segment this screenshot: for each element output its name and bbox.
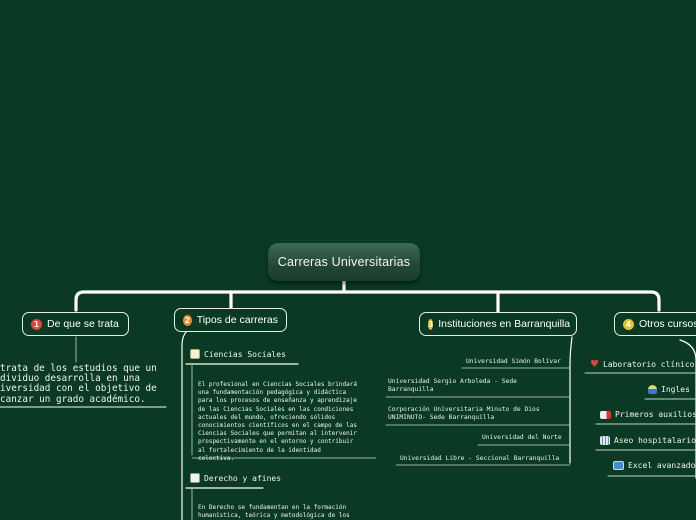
number-2-icon: 2 bbox=[183, 314, 192, 326]
computer-icon bbox=[613, 461, 624, 470]
course-item[interactable]: Ingles bbox=[648, 385, 690, 394]
hospital-icon bbox=[600, 436, 610, 445]
course-item[interactable]: Excel avanzado bbox=[613, 461, 695, 470]
topic-label: Otros cursos bbox=[639, 318, 696, 330]
number-4-icon: 4 bbox=[623, 318, 634, 330]
course-item[interactable]: Aseo hospitalario bbox=[600, 436, 696, 445]
person-icon bbox=[648, 385, 657, 394]
subtopic-label: Derecho y afines bbox=[204, 473, 282, 483]
topic-label: Tipos de carreras bbox=[196, 314, 278, 326]
topic-tipos-de-carreras[interactable]: 2 Tipos de carreras bbox=[174, 308, 287, 332]
subtopic1-description: El profesional en Ciencias Sociales brin… bbox=[198, 381, 357, 462]
topic-de-que-se-trata[interactable]: 1 De que se trata bbox=[22, 312, 129, 336]
topic1-description: trata de los estudios que un dividuo des… bbox=[0, 363, 157, 405]
topic-label: Instituciones en Barranquilla bbox=[438, 318, 571, 330]
topic-label: De que se trata bbox=[47, 318, 119, 330]
ambulance-icon bbox=[600, 410, 611, 419]
subtopic-ciencias-sociales[interactable]: Ciencias Sociales bbox=[190, 349, 286, 359]
institution-item[interactable]: Corporación Universitaria Minuto de Dios… bbox=[388, 406, 540, 421]
topic2-trunk bbox=[181, 330, 188, 520]
notepad-icon bbox=[190, 349, 200, 359]
course-label: Ingles bbox=[661, 385, 690, 394]
subtopic-label: Ciencias Sociales bbox=[204, 349, 286, 359]
root-connector bbox=[74, 279, 661, 312]
subtopic2-description: En Derecho se fundamentan en la formació… bbox=[198, 504, 350, 520]
topic-otros-cursos[interactable]: 4 Otros cursos bbox=[614, 312, 696, 336]
institution-item[interactable]: Universidad del Norte bbox=[482, 434, 562, 442]
institution-item[interactable]: Universidad Simón Bolívar bbox=[466, 358, 561, 366]
number-3-icon: 3 bbox=[428, 318, 434, 330]
topic-instituciones-en-barranquilla[interactable]: 3 Instituciones en Barranquilla bbox=[419, 312, 577, 336]
topic3-trunk bbox=[569, 336, 573, 464]
institution-item[interactable]: Universidad Libre - Seccional Barranquil… bbox=[400, 455, 559, 463]
chart-icon bbox=[190, 473, 200, 483]
course-label: Excel avanzado bbox=[628, 461, 696, 470]
course-item[interactable]: ♥ Laboratorio clínico bbox=[590, 359, 694, 370]
root-title: Carreras Universitarias bbox=[277, 255, 411, 269]
root-node[interactable]: Carreras Universitarias bbox=[268, 243, 420, 281]
subtopic-derecho-y-afines[interactable]: Derecho y afines bbox=[190, 473, 281, 483]
course-label: Aseo hospitalario bbox=[614, 436, 696, 445]
institution-item[interactable]: Universidad Sergio Arboleda - Sede Barra… bbox=[388, 378, 517, 393]
heart-icon: ♥ bbox=[590, 359, 599, 370]
number-1-icon: 1 bbox=[31, 318, 42, 330]
course-item[interactable]: Primeros auxilios bbox=[600, 410, 696, 419]
course-label: Laboratorio clínico bbox=[602, 360, 695, 369]
course-label: Primeros auxilios bbox=[615, 410, 696, 419]
